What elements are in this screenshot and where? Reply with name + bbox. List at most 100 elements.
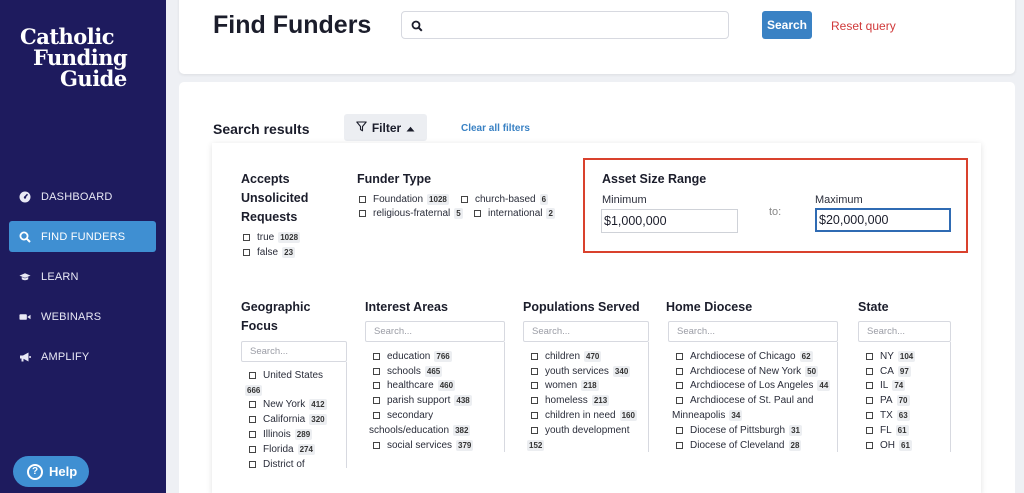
filter-option[interactable]: Illinois 289: [249, 429, 313, 440]
filter-option[interactable]: Archdiocese of New York 50: [676, 366, 819, 377]
checkbox[interactable]: [866, 397, 873, 404]
checkbox[interactable]: [531, 382, 538, 389]
filter-option[interactable]: education 766: [373, 351, 452, 362]
nav-item-find-funders[interactable]: FIND FUNDERS: [9, 221, 156, 252]
checkbox[interactable]: [866, 368, 873, 375]
filter-option[interactable]: Archdiocese of St. Paul and: [676, 395, 813, 406]
filter-option[interactable]: homeless 213: [531, 395, 610, 406]
checkbox[interactable]: [676, 368, 683, 375]
filter-option[interactable]: TX 63: [866, 410, 910, 421]
filter-option[interactable]: false 23: [243, 247, 296, 258]
checkbox[interactable]: [249, 401, 256, 408]
checkbox[interactable]: [866, 442, 873, 449]
filter-option[interactable]: secondary: [373, 410, 433, 421]
filter-option[interactable]: religious-fraternal 5: [359, 208, 463, 219]
checkbox[interactable]: [531, 427, 538, 434]
filter-option[interactable]: FL 61: [866, 425, 909, 436]
checkbox[interactable]: [531, 368, 538, 375]
help-button[interactable]: ? Help: [13, 456, 89, 487]
checkbox[interactable]: [676, 353, 683, 360]
checkbox[interactable]: [866, 382, 873, 389]
checkbox[interactable]: [249, 446, 256, 453]
checkbox[interactable]: [373, 353, 380, 360]
filter-option[interactable]: international 2: [474, 208, 555, 219]
filter-toggle-button[interactable]: Filter: [344, 114, 427, 141]
checkbox[interactable]: [359, 196, 366, 203]
checkbox[interactable]: [676, 427, 683, 434]
filter-option[interactable]: United States: [249, 370, 323, 381]
geographic-focus-search-input[interactable]: Search...: [241, 341, 347, 362]
filter-option[interactable]: schools 465: [373, 366, 443, 377]
filter-option[interactable]: New York 412: [249, 399, 327, 410]
checkbox[interactable]: [373, 442, 380, 449]
checkbox[interactable]: [866, 412, 873, 419]
checkbox[interactable]: [676, 382, 683, 389]
filter-option[interactable]: OH 61: [866, 440, 912, 451]
interest-areas-search-input[interactable]: Search...: [365, 321, 505, 342]
filter-option[interactable]: California 320: [249, 414, 327, 425]
filter-option[interactable]: Foundation 1028: [359, 194, 449, 205]
filter-option[interactable]: Archdiocese of Chicago 62: [676, 351, 813, 362]
checkbox[interactable]: [866, 353, 873, 360]
checkbox[interactable]: [866, 427, 873, 434]
filter-option[interactable]: PA 70: [866, 395, 910, 406]
checkbox[interactable]: [676, 397, 683, 404]
checkbox[interactable]: [359, 210, 366, 217]
search-input[interactable]: [430, 15, 720, 35]
checkbox[interactable]: [474, 210, 481, 217]
filter-option[interactable]: NY 104: [866, 351, 916, 362]
state-search-input[interactable]: Search...: [858, 321, 951, 342]
filter-option[interactable]: youth services 340: [531, 366, 631, 377]
checkbox[interactable]: [373, 412, 380, 419]
checkbox[interactable]: [249, 461, 256, 468]
filter-option[interactable]: Archdiocese of Los Angeles 44: [676, 380, 831, 391]
maximum-asset-input[interactable]: [815, 208, 951, 232]
checkbox[interactable]: [243, 234, 250, 241]
filter-option[interactable]: women 218: [531, 380, 599, 391]
reset-query-link[interactable]: Reset query: [831, 19, 896, 33]
nav-item-amplify[interactable]: AMPLIFY: [9, 341, 156, 372]
filter-option[interactable]: Diocese of Cleveland 28: [676, 440, 802, 451]
minimum-asset-input[interactable]: [601, 209, 738, 233]
checkbox[interactable]: [249, 372, 256, 379]
filter-option[interactable]: District of: [249, 459, 305, 470]
scrollbar[interactable]: [346, 362, 347, 468]
filter-option[interactable]: children in need 160: [531, 410, 637, 421]
scrollbar[interactable]: [950, 342, 951, 452]
checkbox[interactable]: [461, 196, 468, 203]
filter-option[interactable]: true 1028: [243, 232, 301, 243]
search-box[interactable]: [401, 11, 729, 39]
scrollbar[interactable]: [648, 342, 649, 452]
search-button[interactable]: Search: [762, 11, 812, 39]
checkbox[interactable]: [249, 416, 256, 423]
to-label: to:: [769, 206, 782, 218]
clear-all-filters-link[interactable]: Clear all filters: [461, 123, 530, 134]
populations-served-search-input[interactable]: Search...: [523, 321, 649, 342]
filter-option[interactable]: Florida 274: [249, 444, 315, 455]
filter-option[interactable]: Diocese of Pittsburgh 31: [676, 425, 802, 436]
filter-option[interactable]: IL 74: [866, 380, 906, 391]
filter-option[interactable]: youth development: [531, 425, 630, 436]
checkbox[interactable]: [676, 442, 683, 449]
checkbox[interactable]: [373, 382, 380, 389]
nav-item-dashboard[interactable]: DASHBOARD: [9, 181, 156, 212]
checkbox[interactable]: [531, 412, 538, 419]
catholic-funding-guide-logo[interactable]: Catholic Funding Guide: [20, 26, 128, 89]
filter-option[interactable]: social services 379: [373, 440, 474, 451]
home-diocese-search-input[interactable]: Search...: [668, 321, 838, 342]
checkbox[interactable]: [249, 431, 256, 438]
scrollbar[interactable]: [504, 342, 505, 452]
filter-option[interactable]: CA 97: [866, 366, 911, 377]
checkbox[interactable]: [373, 397, 380, 404]
nav-item-webinars[interactable]: WEBINARS: [9, 301, 156, 332]
filter-option[interactable]: children 470: [531, 351, 602, 362]
checkbox[interactable]: [373, 368, 380, 375]
filter-option[interactable]: church-based 6: [461, 194, 549, 205]
nav-item-learn[interactable]: LEARN: [9, 261, 156, 292]
scrollbar[interactable]: [837, 342, 838, 452]
checkbox[interactable]: [531, 397, 538, 404]
filter-option[interactable]: healthcare 460: [373, 380, 456, 391]
checkbox[interactable]: [243, 249, 250, 256]
filter-option[interactable]: parish support 438: [373, 395, 472, 406]
checkbox[interactable]: [531, 353, 538, 360]
